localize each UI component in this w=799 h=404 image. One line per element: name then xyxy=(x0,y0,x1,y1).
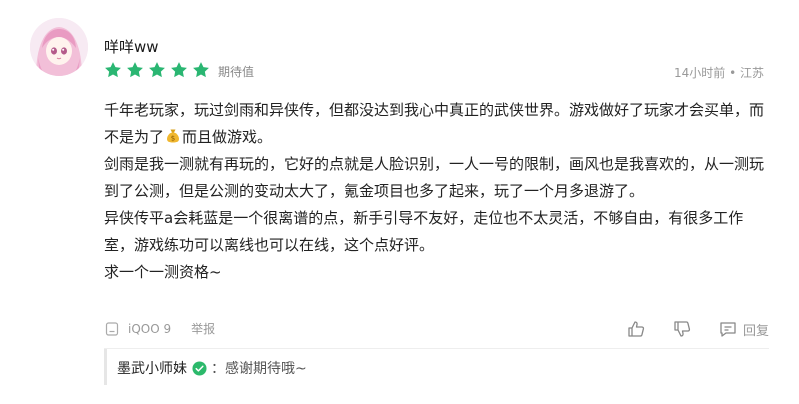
comment-icon xyxy=(720,322,736,337)
avatar[interactable] xyxy=(30,18,88,76)
star-icon xyxy=(193,62,209,78)
verified-icon xyxy=(192,360,207,376)
review-paragraph: 异侠传平a会耗蓝是一个很离谱的点，新手引导不友好，走位也不太灵活，不够自由，有很… xyxy=(104,209,744,254)
dislike-button[interactable] xyxy=(672,319,692,339)
reply-button[interactable]: 回复 xyxy=(718,319,769,339)
star-rating xyxy=(104,61,210,79)
report-link[interactable]: 举报 xyxy=(191,320,215,337)
like-button[interactable] xyxy=(626,319,646,339)
svg-text:$: $ xyxy=(171,135,175,143)
phone-icon xyxy=(105,321,119,336)
money-bag-icon: $ xyxy=(167,129,180,143)
device-name: iQOO 9 xyxy=(128,321,172,336)
reply-indicator xyxy=(104,349,107,385)
rating-label: 期待值 xyxy=(218,65,255,79)
review-content: 千年老玩家，玩过剑雨和异侠传，但都没达到我心中真正的武侠世界。游戏做好了玩家才会… xyxy=(104,97,772,286)
reply-text: 感谢期待哦~ xyxy=(225,361,307,377)
star-icon xyxy=(149,62,165,78)
reply-author[interactable]: 墨武小师妹 xyxy=(117,358,187,378)
review-text: 而且做游戏。 xyxy=(182,128,273,146)
review-paragraph: 千年老玩家，玩过剑雨和异侠传，但都没达到我心中真正的武侠世界。游戏做好了玩家才会… xyxy=(104,97,772,151)
star-icon xyxy=(127,62,143,78)
review-footer: iQOO 9 举报 xyxy=(104,320,215,337)
reply-separator: ： xyxy=(211,361,225,377)
star-icon xyxy=(105,62,121,78)
username[interactable]: 咩咩ww xyxy=(104,36,159,57)
reply-label: 回复 xyxy=(742,323,769,339)
review-paragraph: 求一个一测资格~ xyxy=(104,263,222,281)
divider xyxy=(104,348,769,349)
thumbs-up-icon xyxy=(628,321,645,337)
review-paragraph: 剑雨是我一测就有再玩的，它好的点就是人脸识别，一人一号的限制，画风也是我喜欢的，… xyxy=(104,155,765,200)
avatar-image xyxy=(30,18,88,76)
thumbs-down-icon xyxy=(674,321,691,337)
developer-reply: 墨武小师妹 ： 感谢期待哦~ xyxy=(117,358,307,378)
timestamp-location: 14小时前 • 江苏 xyxy=(674,66,764,80)
review-actions: 回复 xyxy=(626,319,769,339)
star-icon xyxy=(171,62,187,78)
